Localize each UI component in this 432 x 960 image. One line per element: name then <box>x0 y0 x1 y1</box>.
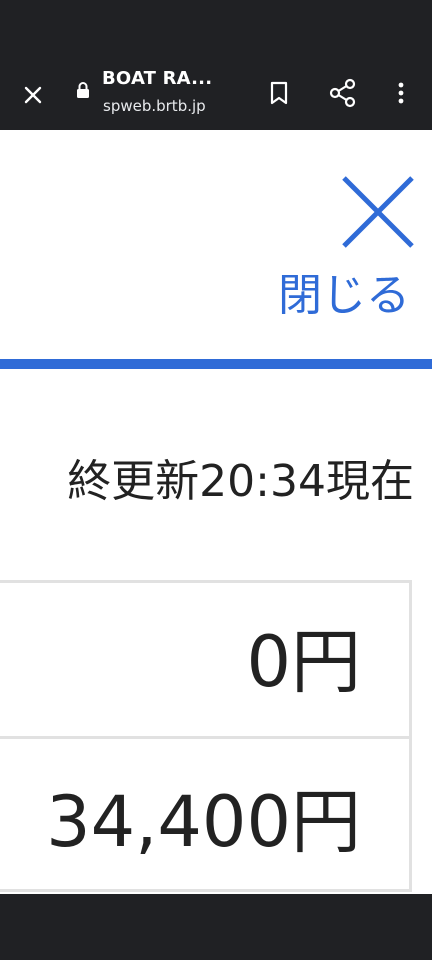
header-divider <box>0 359 432 369</box>
page-url[interactable]: spweb.brtb.jp <box>103 97 206 115</box>
amount-table: 0円 34,400円 <box>0 580 412 892</box>
amount-value: 34,400円 <box>46 781 361 863</box>
lock-icon <box>77 82 89 98</box>
amount-value: 0円 <box>246 621 361 703</box>
bookmark-icon[interactable] <box>264 78 294 108</box>
browser-toolbar: BOAT RA... spweb.brtb.jp <box>0 60 432 130</box>
last-updated-text: 終更新20:34現在 <box>67 456 414 507</box>
page-title[interactable]: BOAT RA... <box>102 68 212 89</box>
share-icon[interactable] <box>326 76 360 110</box>
table-row: 0円 <box>0 583 409 739</box>
more-vert-icon[interactable] <box>386 78 416 108</box>
table-row: 34,400円 <box>0 739 409 889</box>
page-content: 閉じる 終更新20:34現在 0円 34,400円 <box>0 130 432 894</box>
close-label: 閉じる <box>278 270 410 321</box>
system-nav-bar <box>0 894 432 960</box>
status-bar <box>0 0 432 60</box>
close-icon[interactable] <box>18 80 48 110</box>
close-button[interactable]: 閉じる <box>268 166 418 326</box>
close-x-icon <box>342 176 414 248</box>
